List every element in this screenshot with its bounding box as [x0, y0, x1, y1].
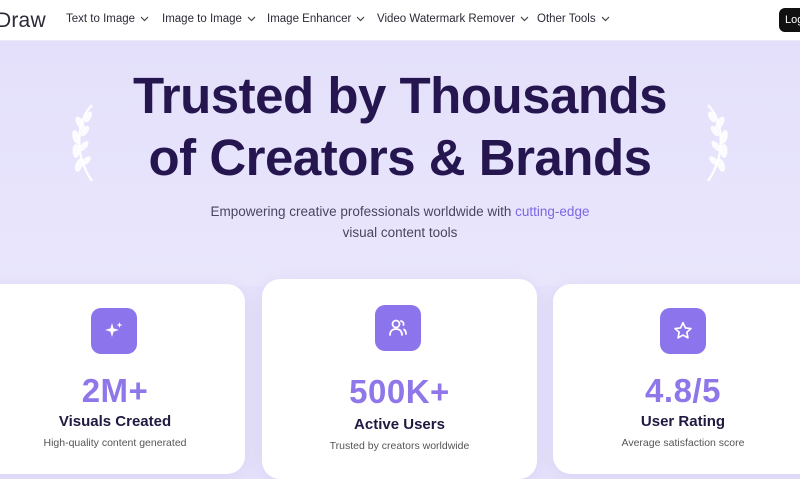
nav-label: Image to Image [162, 13, 242, 25]
brand-logo[interactable]: Draw [0, 9, 46, 33]
stat-value: 500K+ [349, 373, 450, 410]
stat-description: High-quality content generated [43, 437, 187, 449]
login-button[interactable]: Log [779, 8, 800, 32]
nav-image-to-image[interactable]: Image to Image [162, 13, 256, 25]
nav-other-tools[interactable]: Other Tools [537, 13, 610, 25]
nav-label: Video Watermark Remover [377, 13, 516, 25]
chevron-down-icon [601, 16, 610, 22]
hero-title: Trusted by Thousands of Creators & Brand… [0, 65, 800, 189]
stat-value: 2M+ [81, 372, 149, 409]
chevron-down-icon [520, 16, 529, 22]
nav-text-to-image[interactable]: Text to Image [66, 13, 149, 25]
nav-label: Text to Image [66, 13, 136, 25]
stat-description: Average satisfaction score [621, 437, 745, 449]
nav-video-watermark-remover[interactable]: Video Watermark Remover [377, 13, 529, 25]
stat-label: Visuals Created [58, 413, 172, 430]
stat-value: 4.8/5 [645, 372, 721, 409]
hero-title-line2: of Creators & Brands [148, 129, 652, 186]
stat-label: Active Users [354, 416, 445, 433]
chevron-down-icon [140, 16, 149, 22]
stat-label: User Rating [640, 413, 726, 430]
subtitle-text-line2: visual content tools [342, 225, 458, 240]
top-navbar: Draw Text to Image Image to Image Image … [0, 0, 800, 41]
hero-section: Trusted by Thousands of Creators & Brand… [0, 41, 800, 286]
stat-card-users: 500K+ Active Users Trusted by creators w… [262, 279, 537, 479]
hero-subtitle: Empowering creative professionals worldw… [0, 201, 800, 243]
star-icon [660, 308, 706, 354]
nav-label: Image Enhancer [267, 13, 352, 25]
nav-image-enhancer[interactable]: Image Enhancer [267, 13, 365, 25]
stat-description: Trusted by creators worldwide [329, 440, 470, 452]
chevron-down-icon [356, 16, 365, 22]
users-icon [375, 305, 421, 351]
chevron-down-icon [247, 16, 256, 22]
stat-card-visuals: 2M+ Visuals Created High-quality content… [0, 284, 245, 474]
subtitle-highlight: cutting-edge [515, 204, 590, 219]
stat-card-rating: 4.8/5 User Rating Average satisfaction s… [553, 284, 800, 474]
sparkle-icon [91, 308, 137, 354]
hero-title-line1: Trusted by Thousands [132, 67, 668, 124]
subtitle-text: Empowering creative professionals worldw… [210, 204, 516, 219]
nav-label: Other Tools [537, 13, 596, 25]
